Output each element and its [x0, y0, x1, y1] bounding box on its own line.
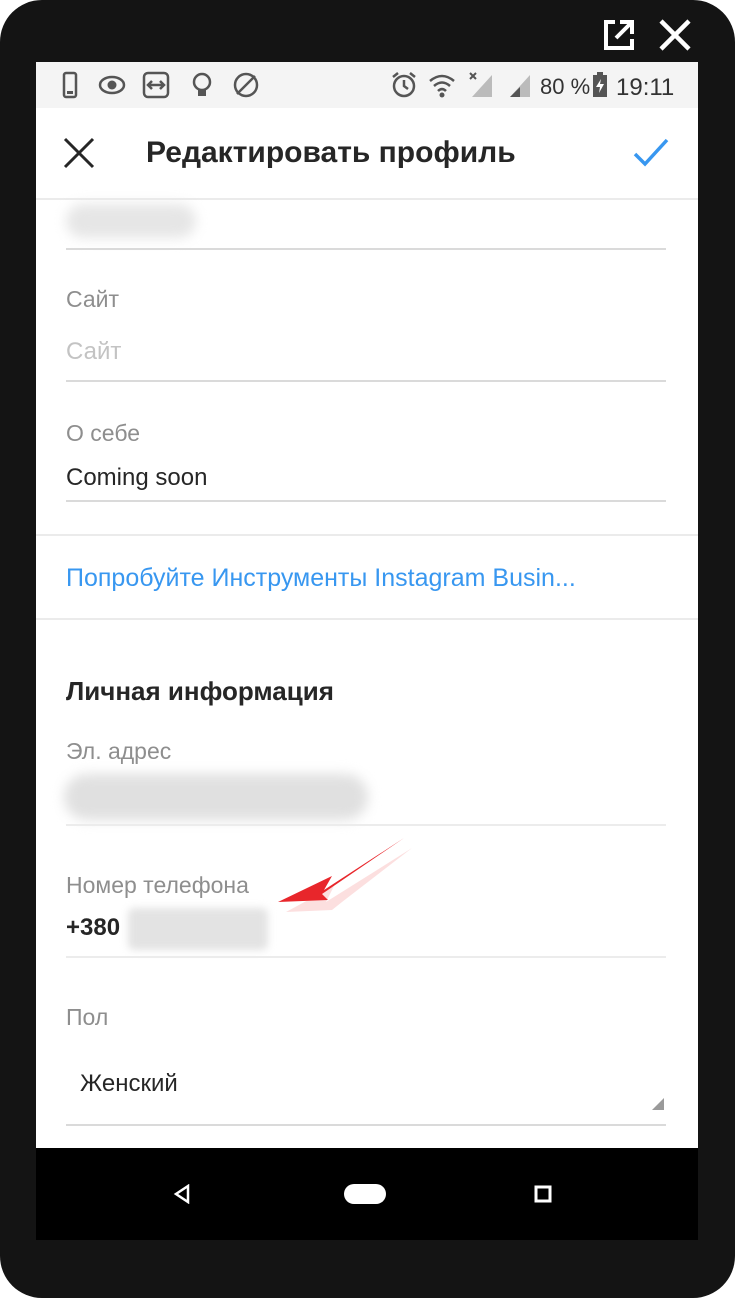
business-tools-link[interactable]: Попробуйте Инструменты Instagram Busin..… — [66, 564, 576, 593]
phone-redaction — [128, 908, 268, 950]
app-screen: 80 % 19:11 Редактировать профиль Сайт Са… — [36, 62, 698, 1148]
close-icon[interactable] — [62, 136, 96, 170]
website-input[interactable]: Сайт — [66, 338, 121, 366]
wifi-icon — [429, 74, 455, 98]
battery-icon — [593, 72, 607, 97]
phone-icon — [62, 71, 78, 99]
check-icon[interactable] — [632, 136, 670, 170]
battery-percent: 80 % — [540, 74, 591, 99]
email-label: Эл. адрес — [66, 738, 172, 764]
section-divider — [36, 618, 698, 620]
signal-icon — [469, 72, 492, 97]
clock: 19:11 — [616, 74, 675, 101]
website-label: Сайт — [66, 286, 120, 312]
email-input[interactable] — [64, 774, 368, 820]
alarm-icon — [392, 72, 416, 98]
signal-icon — [510, 75, 530, 97]
gender-underline — [66, 1124, 666, 1126]
bio-input[interactable]: Coming soon — [66, 464, 207, 492]
home-icon[interactable] — [344, 1184, 386, 1204]
email-underline — [66, 824, 666, 826]
gender-select[interactable]: Женский — [66, 1044, 666, 1124]
back-icon[interactable] — [172, 1184, 192, 1204]
dropdown-corner-icon — [652, 1098, 664, 1110]
personal-info-heading: Личная информация — [66, 676, 334, 706]
page-title: Редактировать профиль — [146, 136, 516, 169]
phone-label: Номер телефона — [66, 872, 249, 898]
bulb-icon — [192, 72, 212, 96]
username-value[interactable] — [66, 204, 196, 238]
navigation-bar — [36, 1148, 698, 1240]
website-underline — [66, 380, 666, 382]
recents-icon[interactable] — [534, 1185, 552, 1203]
teamviewer-icon — [142, 71, 170, 99]
status-bar: 80 % 19:11 — [36, 62, 698, 108]
annotation-arrow-icon — [278, 838, 412, 912]
bio-underline — [66, 500, 666, 502]
section-divider — [36, 534, 698, 536]
bio-label: О себе — [66, 420, 141, 446]
app-header: Редактировать профиль — [36, 108, 698, 200]
phone-underline — [66, 956, 666, 958]
gender-label: Пол — [66, 1004, 109, 1030]
gender-value: Женский — [80, 1070, 178, 1097]
external-link-icon[interactable] — [596, 12, 642, 58]
no-data-icon — [233, 72, 259, 98]
username-underline — [66, 248, 666, 250]
phone-input[interactable]: +380 — [66, 914, 120, 942]
close-icon[interactable] — [652, 12, 698, 58]
eye-icon — [98, 75, 126, 95]
